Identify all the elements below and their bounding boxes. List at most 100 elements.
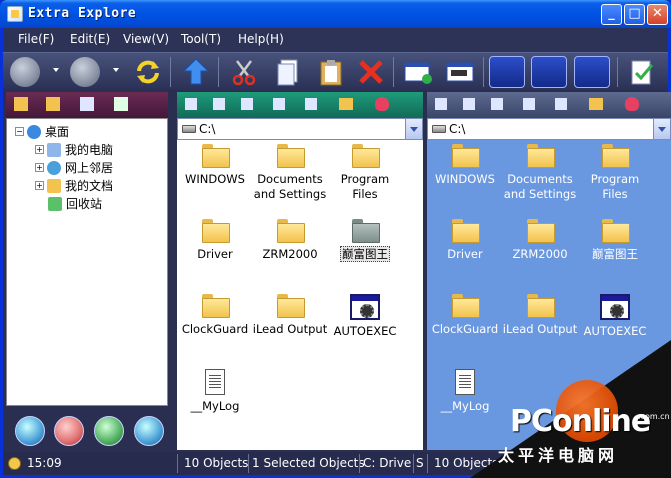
minimize-button[interactable]: _ [601,4,622,25]
recycle-icon[interactable] [94,416,124,446]
menu-edit[interactable]: Edit(E) [70,32,110,46]
expand-icon[interactable]: + [35,181,44,190]
view-icon[interactable] [305,98,317,110]
title-bar[interactable]: Extra Explore _ □ ✕ [0,0,671,28]
file-item[interactable]: ClockGuard [427,294,503,337]
file-item[interactable]: iLead Output [252,294,328,337]
favorites-heart-icon[interactable] [375,97,389,111]
view-icon[interactable] [185,98,197,110]
favorites-icon[interactable] [54,416,84,446]
file-item[interactable]: Program Files [327,144,403,202]
view-icon[interactable] [523,98,535,110]
executable-icon [600,294,630,320]
view-icon[interactable] [435,98,447,110]
rename-icon[interactable] [80,97,94,111]
menu-help[interactable]: Help(H) [238,32,284,46]
text-file-icon [455,369,475,395]
collapse-icon[interactable]: − [15,127,24,136]
tree-item-recycle-bin[interactable]: 回收站 [48,195,102,212]
new-window-icon[interactable] [403,57,433,87]
cut-icon[interactable] [229,57,259,87]
info-icon[interactable] [134,416,164,446]
file-item[interactable]: iLead Output [502,294,578,337]
file-item[interactable]: __MyLog [427,369,503,414]
file-item[interactable]: WINDOWS [427,144,503,187]
folder-icon[interactable] [339,98,353,110]
menu-bar: File(F) Edit(E) View(V) Tool(T) Help(H) [3,28,668,52]
folder-icon [277,219,305,243]
file-name: __MyLog [440,399,490,413]
file-item[interactable]: WINDOWS [177,144,253,187]
file-item[interactable]: AUTOEXEC [327,294,403,339]
window-title: Extra Explore [28,6,137,21]
expand-icon[interactable]: + [35,145,44,154]
file-item[interactable]: Documents and Settings [252,144,328,202]
expand-icon[interactable]: + [35,163,44,172]
favorites-heart-icon[interactable] [625,97,639,111]
view-dual-pane-button[interactable] [531,56,567,88]
app-icon [7,6,23,22]
folder-icon [352,144,380,168]
view-icon[interactable] [491,98,503,110]
status-divider [359,454,360,473]
tree-item-desktop[interactable]: − 桌面 [15,123,69,140]
folder-icon [602,219,630,243]
file-item[interactable]: Documents and Settings [502,144,578,202]
view-icon[interactable] [273,98,285,110]
folder-icon[interactable] [14,97,28,111]
documents-icon [47,178,61,193]
folder-icon[interactable] [589,98,603,110]
delete-icon[interactable] [356,57,386,87]
file-name: Documents and Settings [253,172,327,201]
file-item[interactable]: ZRM2000 [502,219,578,262]
folder-icon [277,144,305,168]
file-item[interactable]: __MyLog [177,369,253,414]
computer-icon [47,142,61,157]
forward-dropdown-icon[interactable] [113,68,119,72]
paste-icon[interactable] [316,57,346,87]
back-button[interactable] [10,57,40,87]
file-item[interactable]: ClockGuard [177,294,253,337]
menu-view[interactable]: View(V) [123,32,169,46]
maximize-button[interactable]: □ [624,4,645,25]
file-item[interactable]: 巅富图王 [327,219,403,262]
folder-icon [202,294,230,318]
close-button[interactable]: ✕ [647,4,668,25]
file-name: AUTOEXEC [583,324,647,338]
view-icon[interactable] [463,98,475,110]
view-icon[interactable] [555,98,567,110]
tree-item-network[interactable]: + 网上邻居 [35,159,113,176]
pane1-path-combo[interactable]: C:\ [177,118,423,140]
copy-icon[interactable] [273,57,303,87]
text-file-icon [205,369,225,395]
menu-file[interactable]: File(F) [18,32,54,46]
view-single-pane-button[interactable] [489,56,525,88]
properties-icon[interactable] [627,57,657,87]
view-icon[interactable] [241,98,253,110]
file-item[interactable]: ZRM2000 [252,219,328,262]
path-dropdown-button[interactable] [653,119,670,139]
file-item[interactable]: AUTOEXEC [577,294,653,339]
refresh-icon[interactable] [133,57,163,87]
forward-button[interactable] [70,57,100,87]
command-prompt-icon[interactable] [445,57,475,87]
up-folder-icon[interactable] [181,57,211,87]
file-name: Program Files [340,172,390,201]
view-horizontal-pane-button[interactable] [574,56,610,88]
tree-item-my-computer[interactable]: + 我的电脑 [35,141,113,158]
back-dropdown-icon[interactable] [53,68,59,72]
view-icon[interactable] [213,98,225,110]
file-item[interactable]: Program Files [577,144,653,202]
menu-tool[interactable]: Tool(T) [181,32,221,46]
path-dropdown-button[interactable] [405,119,422,139]
pane2-path-combo[interactable]: C:\ [427,118,671,140]
tree-item-my-documents[interactable]: + 我的文档 [35,177,113,194]
file-item[interactable]: Driver [427,219,503,262]
select-icon[interactable] [114,97,128,111]
file-item[interactable]: Driver [177,219,253,262]
toolbar-separator [393,57,394,87]
file-item[interactable]: 巅富图王 [577,219,653,262]
toolbar-separator [218,57,219,87]
new-folder-icon[interactable] [46,97,60,111]
layout-icon[interactable] [15,416,45,446]
